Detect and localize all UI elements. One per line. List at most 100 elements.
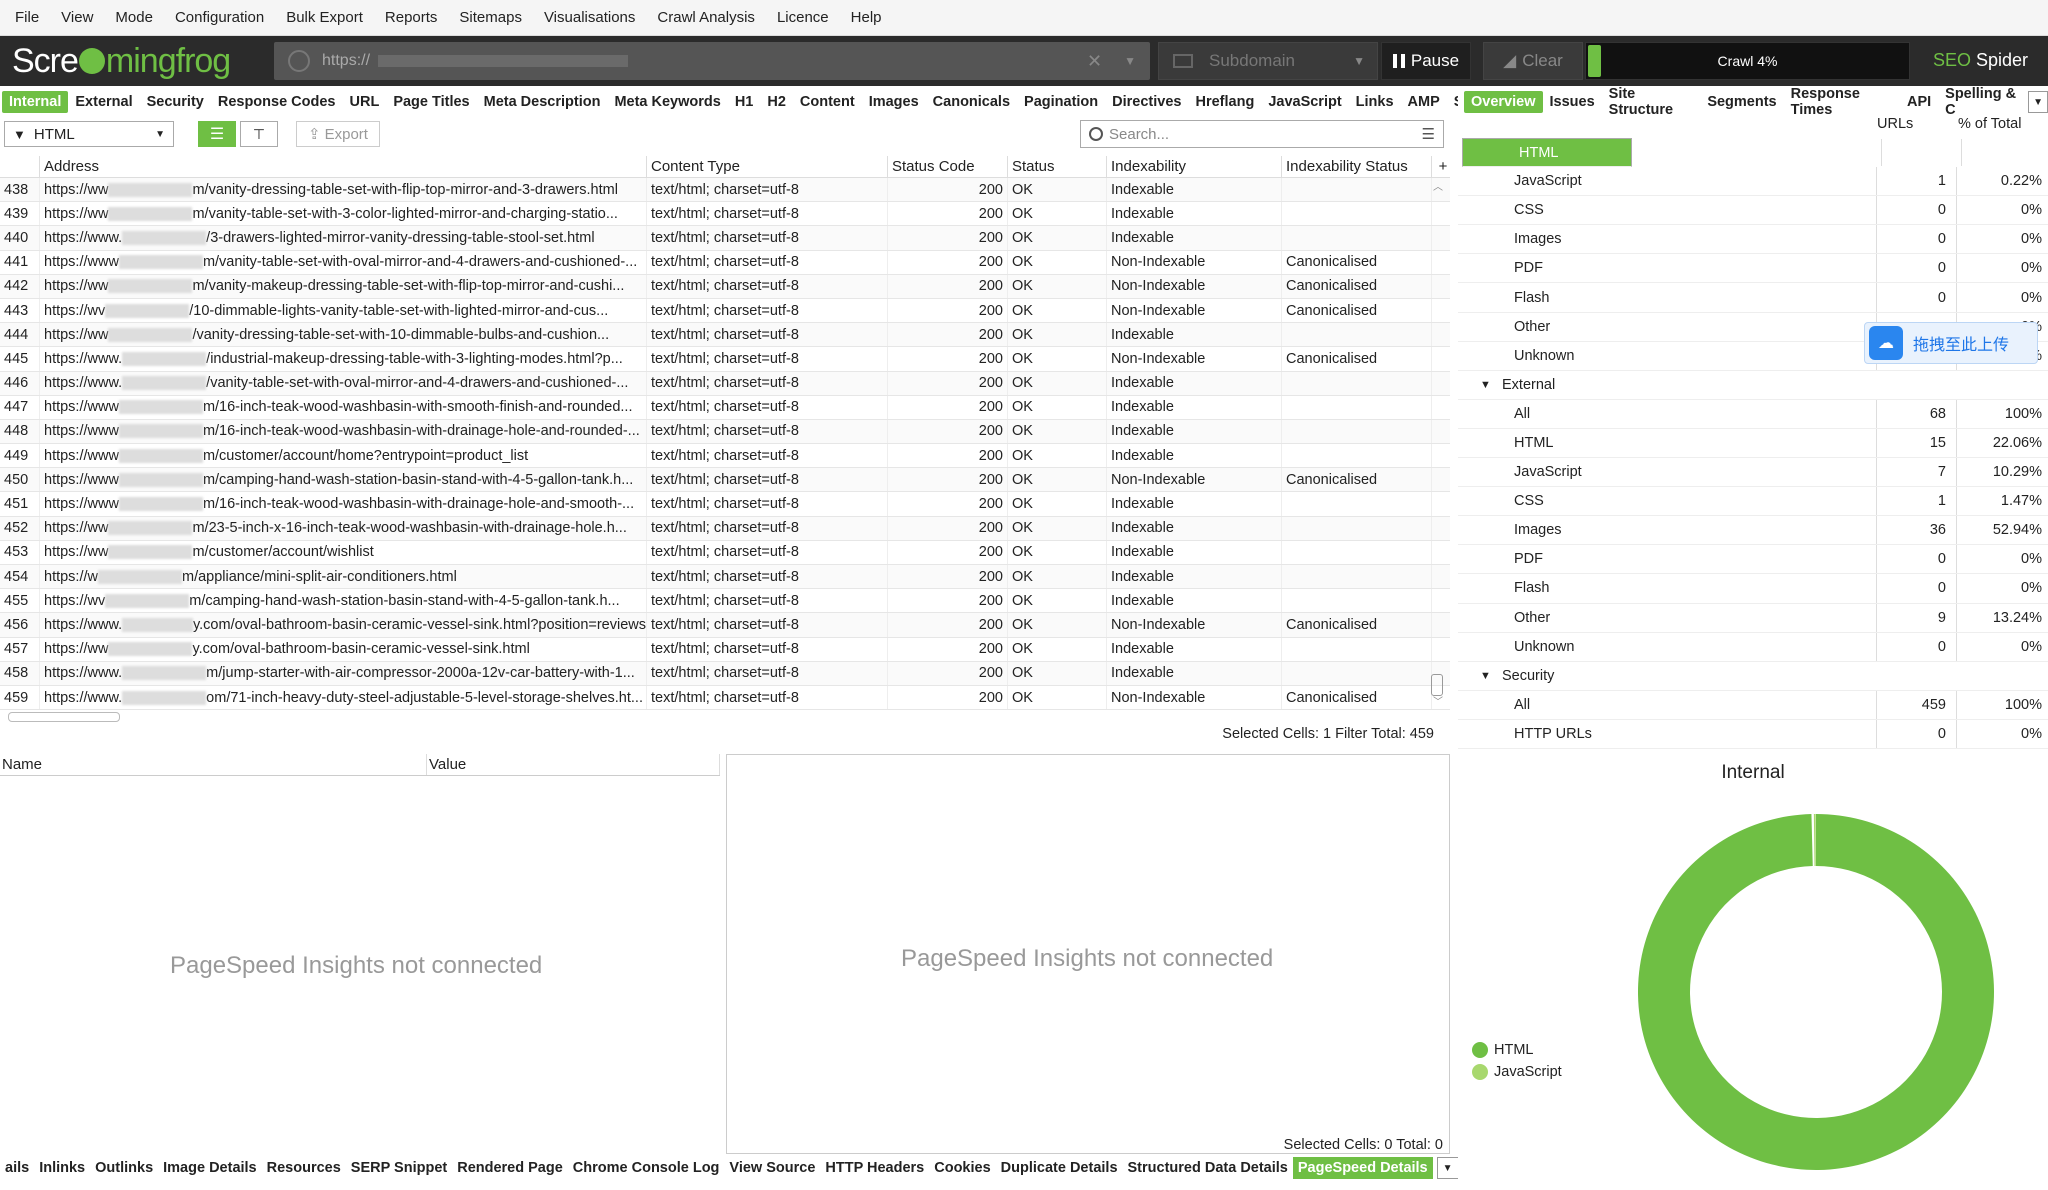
tree-item[interactable]: All 68 100% <box>1458 399 2048 429</box>
details-col-name[interactable]: Name <box>0 754 427 775</box>
bottom-tab-view-source[interactable]: View Source <box>724 1157 820 1179</box>
cell-address[interactable]: https://ww m/vanity-table-set-with-3-colo… <box>40 202 647 226</box>
vertical-scrollbar[interactable]: ︿ ﹀ <box>1430 178 1444 708</box>
col-urls-header[interactable]: URLs <box>1877 116 1913 132</box>
bottom-tab-resources[interactable]: Resources <box>262 1157 346 1179</box>
cell-address[interactable]: https://www. /3-drawers-lighted-mirror-va… <box>40 226 647 250</box>
tab-meta-keywords[interactable]: Meta Keywords <box>607 91 727 113</box>
tab-content[interactable]: Content <box>793 91 862 113</box>
table-row[interactable]: 444 https://ww/vanity-dressing-table-set-… <box>0 323 1450 348</box>
menu-crawl-analysis[interactable]: Crawl Analysis <box>646 9 766 26</box>
table-row[interactable]: 440 https://www. /3-drawers-lighted-mirror… <box>0 226 1450 251</box>
menu-file[interactable]: File <box>4 9 50 26</box>
tab-internal[interactable]: Internal <box>2 91 69 113</box>
bottom-tab-ails[interactable]: ails <box>0 1157 34 1179</box>
table-row[interactable]: 452 https://ww m/23-5-inch-x-16-inch-teak-… <box>0 516 1450 541</box>
tab-meta-description[interactable]: Meta Description <box>477 91 608 113</box>
cell-address[interactable]: https://ww m/vanity-makeup-dressing-table… <box>40 274 647 298</box>
tree-view-button[interactable]: ⊤ <box>240 121 278 147</box>
tree-item[interactable]: HTML 15 22.06% <box>1458 428 2048 459</box>
tree-item[interactable]: HTML 458 99.78% <box>1462 138 2047 168</box>
side-tab-spelling-c[interactable]: Spelling & C <box>1938 86 2028 118</box>
tree-group[interactable]: ▼ External <box>1458 371 2048 400</box>
cell-address[interactable]: https://www m/camping-hand-wash-station-b… <box>40 468 647 492</box>
cell-address[interactable]: https://wv/10-dimmable-lights-vanity-tab… <box>40 298 647 323</box>
url-history-dropdown-icon[interactable]: ▼ <box>1124 54 1136 68</box>
tab-url[interactable]: URL <box>343 91 387 113</box>
table-row[interactable]: 455 https://wv m/camping-hand-wash-station… <box>0 589 1450 614</box>
tab-page-titles[interactable]: Page Titles <box>386 91 476 113</box>
tree-item[interactable]: PDF 0 0% <box>1458 545 2048 575</box>
table-row[interactable]: 451 https://www m/16-inch-teak-wood-washba… <box>0 492 1450 517</box>
cell-address[interactable]: https://www m/16-inch-teak-wood-washbasin… <box>40 395 647 419</box>
cell-address[interactable]: https://ww m/vanity-dressing-table-set-wi… <box>40 178 647 202</box>
bottom-tab-duplicate-details[interactable]: Duplicate Details <box>996 1157 1123 1179</box>
tab-directives[interactable]: Directives <box>1105 91 1188 113</box>
cell-address[interactable]: https://www. /industrial-makeup-dressing-… <box>40 347 647 371</box>
tab-response-codes[interactable]: Response Codes <box>211 91 343 113</box>
expand-triangle-icon[interactable]: ▼ <box>1480 379 1491 391</box>
tab-hreflang[interactable]: Hreflang <box>1188 91 1261 113</box>
cell-address[interactable]: https://www m/vanity-table-set-with-oval-… <box>40 250 647 274</box>
tab-external[interactable]: External <box>68 91 139 113</box>
side-tab-response-times[interactable]: Response Times <box>1784 86 1900 118</box>
tab-h1[interactable]: H1 <box>728 91 761 113</box>
cell-address[interactable]: https://w m/appliance/mini-split-air-cond… <box>40 565 647 589</box>
side-tab-segments[interactable]: Segments <box>1700 91 1783 113</box>
tab-pagination[interactable]: Pagination <box>1017 91 1105 113</box>
table-row[interactable]: 447 https://www m/16-inch-teak-wood-washba… <box>0 395 1450 420</box>
tree-item[interactable]: JavaScript 7 10.29% <box>1458 458 2048 488</box>
tree-group[interactable]: ▼ Security <box>1458 662 2048 691</box>
tab-canonicals[interactable]: Canonicals <box>926 91 1017 113</box>
table-row[interactable]: 458 https://www. m/jump-starter-with-air-c… <box>0 661 1450 686</box>
menu-licence[interactable]: Licence <box>766 9 840 26</box>
tree-item[interactable]: Flash 0 0% <box>1458 283 2048 313</box>
tree-item[interactable]: CSS 0 0% <box>1458 196 2048 226</box>
menu-view[interactable]: View <box>50 9 104 26</box>
url-input[interactable]: https:// ✕ ▼ <box>274 42 1150 80</box>
table-row[interactable]: 456 https://www. y.com/oval-bathroom-basin… <box>0 613 1450 638</box>
bottom-tab-cookies[interactable]: Cookies <box>929 1157 995 1179</box>
table-row[interactable]: 448 https://www m/16-inch-teak-wood-washba… <box>0 419 1450 445</box>
cell-address[interactable]: https://www. m/jump-starter-with-air-comp… <box>40 661 647 685</box>
cell-address[interactable]: https://www m/16-inch-teak-wood-washbasin… <box>40 419 647 444</box>
table-row[interactable]: 446 https://www. /vanity-table-set-with-ov… <box>0 371 1450 396</box>
tab-images[interactable]: Images <box>862 91 926 113</box>
menu-bulk-export[interactable]: Bulk Export <box>275 9 374 26</box>
expand-triangle-icon[interactable]: ▼ <box>1480 670 1491 682</box>
side-tab-api[interactable]: API <box>1900 91 1938 113</box>
menu-reports[interactable]: Reports <box>374 9 449 26</box>
table-row[interactable]: 459 https://www. om/71-inch-heavy-duty-ste… <box>0 685 1450 711</box>
menu-configuration[interactable]: Configuration <box>164 9 275 26</box>
table-row[interactable]: 439 https://ww m/vanity-table-set-with-3-c… <box>0 202 1450 227</box>
bottom-tab-http-headers[interactable]: HTTP Headers <box>820 1157 929 1179</box>
horizontal-scrollbar[interactable] <box>8 712 120 722</box>
table-row[interactable]: 453 https://ww m/customer/account/wishlist… <box>0 540 1450 565</box>
side-tab-overview[interactable]: Overview <box>1464 91 1543 113</box>
table-row[interactable]: 442 https://ww m/vanity-makeup-dressing-ta… <box>0 274 1450 299</box>
tree-item[interactable]: Flash 0 0% <box>1458 574 2048 604</box>
cell-address[interactable]: https://www. /vanity-table-set-with-oval-… <box>40 371 647 395</box>
tab-javascript[interactable]: JavaScript <box>1261 91 1348 113</box>
tab-amp[interactable]: AMP <box>1401 91 1447 113</box>
column-header-indexability[interactable]: Indexability <box>1107 156 1282 177</box>
table-row[interactable]: 445 https://www. /industrial-makeup-dressi… <box>0 347 1450 372</box>
export-button[interactable]: ⇪ Export <box>296 121 380 147</box>
tree-item[interactable]: HTTP URLs 0 0% <box>1458 719 2048 749</box>
side-tab-site-structure[interactable]: Site Structure <box>1602 86 1701 118</box>
bottom-tabs-overflow-icon[interactable]: ▼ <box>1436 1157 1459 1179</box>
col-pct-header[interactable]: % of Total <box>1958 116 2021 132</box>
bottom-tab-pagespeed-details[interactable]: PageSpeed Details <box>1292 1157 1433 1179</box>
table-row[interactable]: 454 https://w m/appliance/mini-split-air-c… <box>0 565 1450 590</box>
tree-item[interactable]: CSS 1 1.47% <box>1458 487 2048 517</box>
bottom-tab-inlinks[interactable]: Inlinks <box>34 1157 90 1179</box>
sliders-icon[interactable]: ☰ <box>1422 125 1435 143</box>
tab-h2[interactable]: H2 <box>760 91 793 113</box>
table-row[interactable]: 443 https://wv/10-dimmable-lights-vanity-… <box>0 298 1450 324</box>
cell-address[interactable]: https://ww m/customer/account/wishlist <box>40 540 647 564</box>
column-header-status-code[interactable]: Status Code <box>888 156 1008 177</box>
bottom-tab-image-details[interactable]: Image Details <box>158 1157 262 1179</box>
bottom-tab-outlinks[interactable]: Outlinks <box>90 1157 158 1179</box>
cell-address[interactable]: https://ww m/23-5-inch-x-16-inch-teak-woo… <box>40 516 647 540</box>
donut-slice-html[interactable] <box>1638 814 1994 1170</box>
